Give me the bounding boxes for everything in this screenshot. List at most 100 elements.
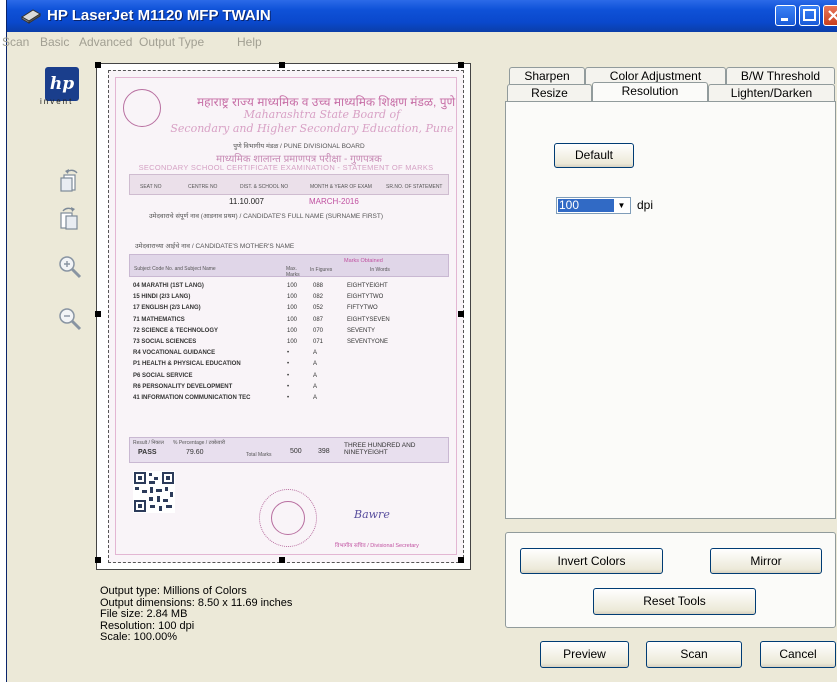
doc-subject-max: • bbox=[287, 361, 290, 368]
tab-bw-threshold[interactable]: B/W Threshold bbox=[726, 67, 835, 84]
doc-result-label: Result / निकाल bbox=[133, 440, 164, 446]
doc-subject-row: 17 ENGLISH (2/3 LANG) 100 052 FIFTYTWO bbox=[133, 305, 443, 315]
title-bar[interactable]: HP LaserJet M1120 MFP TWAIN bbox=[7, 0, 837, 32]
doc-subject-name: 04 MARATHI (1ST LANG) bbox=[133, 283, 204, 289]
doc-subject-figures: A bbox=[313, 350, 318, 357]
crop-handle-top-mid[interactable] bbox=[279, 62, 285, 68]
doc-col-centre: CENTRE NO bbox=[188, 184, 218, 190]
doc-subject-figures: A bbox=[313, 372, 318, 379]
doc-subject-row: R4 VOCATIONAL GUIDANCE • A bbox=[133, 350, 443, 360]
scan-button[interactable]: Scan bbox=[646, 641, 742, 668]
menu-scan[interactable]: Scan bbox=[2, 35, 29, 49]
doc-header-marathi-2: Maharashtra State Board of bbox=[243, 108, 401, 121]
doc-subject-max: 100 bbox=[287, 305, 298, 312]
crop-handle-mid-left[interactable] bbox=[95, 311, 101, 317]
reset-tools-button[interactable]: Reset Tools bbox=[593, 588, 756, 615]
doc-name-label: उमेदवाराचे संपूर्ण नाव (आडनाव प्रथम) / C… bbox=[149, 213, 384, 220]
doc-subject-figures: A bbox=[313, 361, 318, 368]
qr-code bbox=[133, 471, 175, 513]
doc-subject-figures: 087 bbox=[313, 316, 324, 323]
doc-col-sr: SR.NO. OF STATEMENT bbox=[386, 184, 443, 190]
doc-subject-row: P6 SOCIAL SERVICE • A bbox=[133, 373, 443, 383]
doc-subject-words: SEVENTYONE bbox=[347, 339, 389, 345]
doc-result-value: PASS bbox=[138, 449, 157, 456]
doc-subject-figures: A bbox=[313, 395, 318, 401]
doc-percentage-label: % Percentage / टक्केवारी bbox=[173, 440, 226, 446]
doc-subject-max: 100 bbox=[287, 283, 298, 289]
doc-subject-name: R6 PERSONALITY DEVELOPMENT bbox=[133, 383, 233, 390]
minimize-button[interactable] bbox=[775, 5, 796, 26]
close-icon bbox=[828, 10, 837, 21]
scanned-document: महाराष्ट्र राज्य माध्यमिक व उच्च माध्यमि… bbox=[108, 70, 464, 563]
menu-advanced[interactable]: Advanced bbox=[79, 35, 132, 49]
crop-handle-top-right[interactable] bbox=[458, 62, 464, 68]
scanner-icon bbox=[21, 9, 41, 24]
doc-seat-header-row: SEAT NO CENTRE NO DIST. & SCHOOL NO MONT… bbox=[129, 174, 449, 195]
crop-handle-top-left[interactable] bbox=[95, 62, 101, 68]
tab-sharpen[interactable]: Sharpen bbox=[509, 67, 585, 84]
doc-subject-row: 73 SOCIAL SCIENCES 100 071 SEVENTYONE bbox=[133, 339, 443, 349]
doc-subject-figures: 082 bbox=[313, 294, 324, 301]
doc-max-header: Max. Marks bbox=[286, 266, 300, 278]
doc-month-value: MARCH-2016 bbox=[309, 197, 359, 206]
window-title: HP LaserJet M1120 MFP TWAIN bbox=[47, 7, 271, 24]
cancel-button[interactable]: Cancel bbox=[760, 641, 836, 668]
doc-division: पुणे विभागीय मंडळ / PUNE DIVISIONAL BOAR… bbox=[233, 143, 365, 150]
doc-subject-name: P6 SOCIAL SERVICE bbox=[133, 372, 193, 379]
doc-subject-figures: 088 bbox=[313, 283, 324, 289]
close-button[interactable] bbox=[823, 5, 837, 26]
doc-subject-row: P1 HEALTH & PHYSICAL EDUCATION • A bbox=[133, 361, 443, 371]
zoom-in-icon[interactable] bbox=[57, 254, 83, 280]
hp-logo: hp bbox=[45, 67, 79, 101]
crop-handle-bottom-left[interactable] bbox=[95, 557, 101, 563]
minimize-icon bbox=[781, 18, 788, 21]
output-type-text: Output type: Millions of Colors bbox=[100, 585, 247, 597]
zoom-out-icon[interactable] bbox=[57, 306, 83, 332]
dpi-selected-value: 100 bbox=[558, 199, 614, 212]
doc-header-english: Secondary and Higher Secondary Education… bbox=[170, 122, 454, 135]
doc-subject-name: R4 VOCATIONAL GUIDANCE bbox=[133, 350, 216, 357]
rotate-right-icon[interactable] bbox=[57, 205, 83, 231]
doc-subject-row: 71 MATHEMATICS 100 087 EIGHTYSEVEN bbox=[133, 317, 443, 327]
maximize-icon bbox=[803, 9, 816, 21]
doc-subject-row: 41 INFORMATION COMMUNICATION TEC • A bbox=[133, 395, 443, 405]
tab-resolution[interactable]: Resolution bbox=[592, 82, 708, 101]
dpi-unit-label: dpi bbox=[637, 198, 654, 212]
doc-subject-words: SEVENTY bbox=[347, 327, 376, 334]
doc-subject-max: 100 bbox=[287, 339, 298, 345]
doc-subject-max: • bbox=[287, 395, 290, 401]
tab-resize[interactable]: Resize bbox=[507, 84, 592, 101]
default-button[interactable]: Default bbox=[554, 143, 634, 168]
menu-basic[interactable]: Basic bbox=[40, 35, 69, 49]
doc-col-dist: DIST. & SCHOOL NO bbox=[240, 184, 289, 190]
menu-output-type[interactable]: Output Type bbox=[139, 35, 204, 49]
doc-subject-max: • bbox=[287, 372, 290, 379]
preview-button[interactable]: Preview bbox=[540, 641, 629, 668]
doc-col-seat: SEAT NO bbox=[140, 184, 162, 190]
invert-colors-button[interactable]: Invert Colors bbox=[520, 548, 663, 574]
crop-handle-bottom-right[interactable] bbox=[458, 557, 464, 563]
crop-handle-mid-right[interactable] bbox=[458, 311, 464, 317]
doc-subject-row: 72 SCIENCE & TECHNOLOGY 100 070 SEVENTY bbox=[133, 328, 443, 338]
doc-signature-label: विभागीय सचिव / Divisional Secretary bbox=[335, 543, 419, 549]
doc-subject-name: 72 SCIENCE & TECHNOLOGY bbox=[133, 327, 219, 334]
doc-subject-row: 04 MARATHI (1ST LANG) 100 088 EIGHTYEIGHT bbox=[133, 283, 443, 293]
menu-help[interactable]: Help bbox=[237, 35, 262, 49]
doc-col-month: MONTH & YEAR OF EXAM bbox=[310, 184, 372, 190]
chevron-down-icon[interactable]: ▼ bbox=[614, 199, 629, 212]
doc-subject-max: 100 bbox=[287, 294, 298, 301]
maximize-button[interactable] bbox=[799, 5, 820, 26]
doc-subject-figures: 070 bbox=[313, 327, 324, 334]
doc-mother-label: उमेदवाराच्या आईचे नाव / CANDIDATE'S MOTH… bbox=[135, 243, 295, 250]
doc-subject-max: • bbox=[287, 350, 290, 357]
crop-handle-bottom-mid[interactable] bbox=[279, 557, 285, 563]
tab-lighten-darken[interactable]: Lighten/Darken bbox=[708, 84, 835, 101]
doc-subject-max: • bbox=[287, 383, 290, 390]
doc-result-row: Result / निकाल PASS % Percentage / टक्के… bbox=[129, 437, 449, 463]
dpi-select[interactable]: 100 ▼ bbox=[556, 197, 631, 214]
mirror-button[interactable]: Mirror bbox=[710, 548, 822, 574]
scanner-window: HP LaserJet M1120 MFP TWAIN Scan Basic A… bbox=[2, 0, 837, 682]
rotate-left-icon[interactable] bbox=[57, 167, 83, 193]
doc-subject-figures: A bbox=[313, 383, 318, 390]
doc-subject-words: EIGHTYSEVEN bbox=[347, 316, 390, 323]
